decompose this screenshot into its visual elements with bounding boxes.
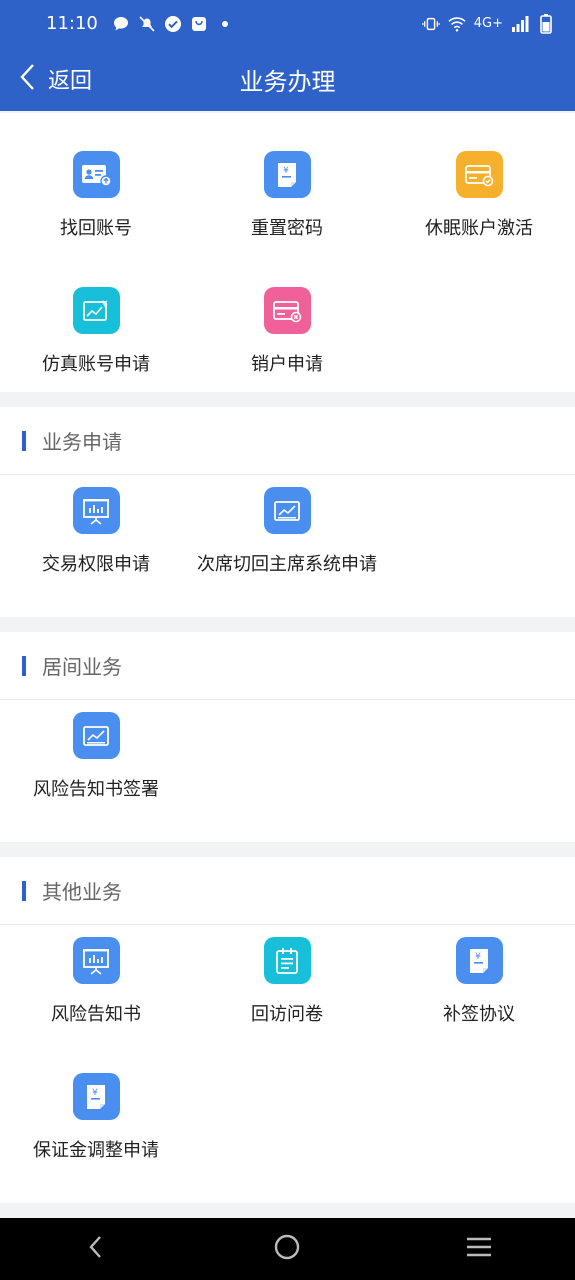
other-business-section: 其他业务 风险告知书 回访问卷 ¥ 补签协议 ¥ 保证金调整申请 [0,857,575,1203]
nav-recents-button[interactable] [449,1224,509,1274]
nav-back-icon [86,1233,106,1265]
secondary-to-primary-switch-item[interactable]: 次席切回主席系统申请 [191,475,383,611]
wifi-icon [448,15,466,33]
close-account-item[interactable]: 销户申请 [191,275,383,411]
document-yuan-icon: ¥ [263,151,311,198]
dormant-account-activation-item[interactable]: 休眠账户激活 [383,139,575,275]
supplementary-agreement-item[interactable]: ¥ 补签协议 [383,925,575,1061]
section-header: 其他业务 [0,857,575,925]
nav-home-button[interactable] [257,1224,317,1274]
return-visit-questionnaire-item[interactable]: 回访问卷 [191,925,383,1061]
nav-home-icon [273,1233,301,1265]
find-account-item[interactable]: 找回账号 [0,139,192,275]
risk-disclosure-signing-item[interactable]: 风险告知书签署 [0,700,192,836]
more-notifications-dot-icon [216,15,234,33]
presentation-icon [72,487,120,534]
item-label: 次席切回主席系统申请 [197,554,377,575]
back-arrow-icon [18,62,38,96]
section-marker [22,430,26,451]
section-header: 业务申请 [0,407,575,475]
document-yuan-icon: ¥ [72,1073,120,1120]
back-button[interactable]: 返回 [18,47,92,111]
item-label: 找回账号 [60,218,132,239]
section-title: 居间业务 [42,655,122,679]
chart-yuan-icon: ¥ [72,287,120,334]
trend-chart-icon [263,487,311,534]
id-card-icon [72,151,120,198]
margin-adjustment-item[interactable]: ¥ 保证金调整申请 [0,1061,192,1197]
item-label: 风险告知书 [51,1004,141,1025]
vibrate-icon [422,15,440,33]
signal-icon [511,15,529,33]
simulation-account-item[interactable]: ¥ 仿真账号申请 [0,275,192,411]
clipboard-icon [263,937,311,984]
mute-notification-icon [138,15,156,33]
item-label: 补签协议 [443,1004,515,1025]
item-label: 销户申请 [251,354,323,375]
check-notification-icon [164,15,182,33]
battery-icon [537,13,555,34]
status-time: 11:10 [46,13,98,34]
section-title: 其他业务 [42,880,122,904]
svg-text:¥: ¥ [92,1088,98,1098]
reset-password-item[interactable]: ¥ 重置密码 [191,139,383,275]
nav-back-button[interactable] [66,1224,126,1274]
card-cancel-icon [263,287,311,334]
network-type: 4G+ [473,16,503,31]
item-label: 仿真账号申请 [42,354,150,375]
presentation-icon [72,937,120,984]
svg-text:¥: ¥ [283,166,289,176]
svg-text:¥: ¥ [102,300,108,310]
chat-notification-icon [112,15,130,33]
section-header: 居间业务 [0,632,575,700]
item-label: 回访问卷 [251,1004,323,1025]
item-label: 休眠账户激活 [425,218,533,239]
section-title: 业务申请 [42,430,122,454]
item-label: 重置密码 [251,218,323,239]
back-label: 返回 [48,69,93,94]
app-bar: 返回 业务办理 [0,47,575,111]
quick-services-section: 找回账号 ¥ 重置密码 休眠账户激活 ¥ 仿真账号申请 销户申请 [0,113,575,392]
intermediary-business-section: 居间业务 风险告知书签署 [0,632,575,842]
item-label: 风险告知书签署 [33,779,159,800]
risk-disclosure-item[interactable]: 风险告知书 [0,925,192,1061]
nav-menu-icon [465,1235,493,1263]
section-marker [22,655,26,676]
trend-chart-icon [72,712,120,759]
svg-text:¥: ¥ [475,952,481,962]
item-label: 保证金调整申请 [33,1140,159,1161]
status-bar: 11:10 4G+ [0,0,575,47]
item-label: 交易权限申请 [42,554,150,575]
shopping-bag-notification-icon [190,15,208,33]
system-navigation-bar [0,1218,575,1280]
document-yuan-icon: ¥ [455,937,503,984]
trading-permission-item[interactable]: 交易权限申请 [0,475,192,611]
card-check-icon [455,151,503,198]
business-application-section: 业务申请 交易权限申请 次席切回主席系统申请 [0,407,575,617]
section-marker [22,880,26,901]
